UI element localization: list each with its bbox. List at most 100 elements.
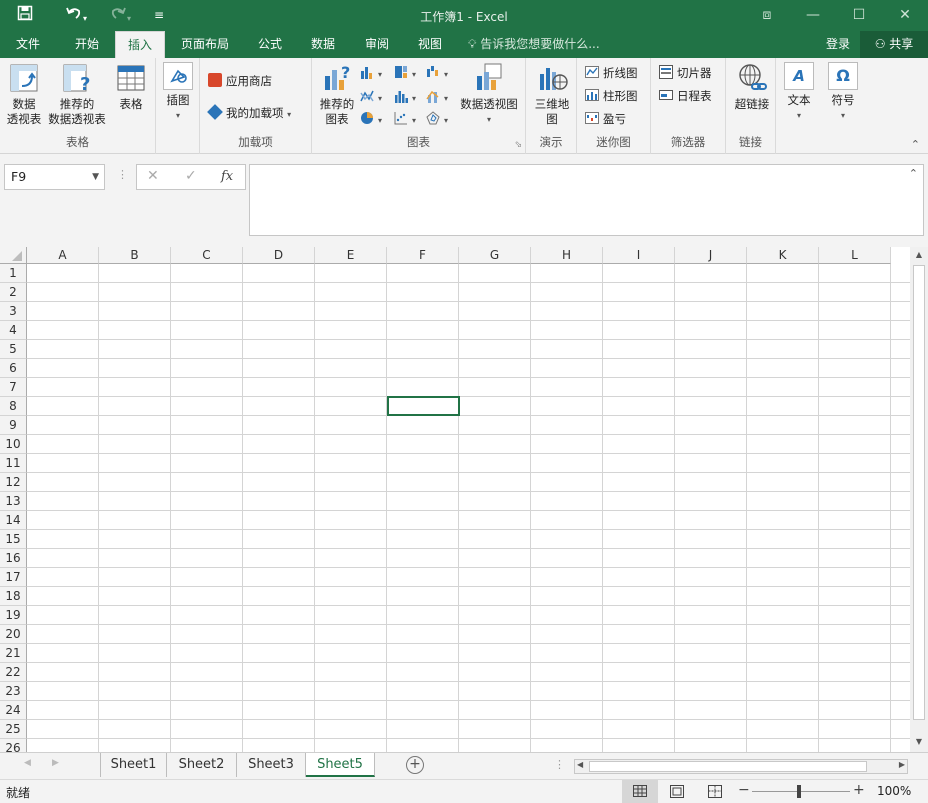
- charts-dialog-launcher-icon[interactable]: ⬂: [514, 140, 522, 150]
- tab-home[interactable]: 开始: [62, 31, 112, 58]
- vertical-scroll-thumb[interactable]: [913, 265, 925, 720]
- ribbon-display-icon[interactable]: ⧈: [744, 0, 790, 31]
- tab-data[interactable]: 数据: [302, 31, 344, 58]
- row-header[interactable]: 14: [0, 511, 27, 530]
- hyperlink-button[interactable]: 超链接: [730, 62, 774, 112]
- scroll-down-icon[interactable]: ▼: [913, 737, 925, 749]
- insert-function-button[interactable]: fx: [221, 169, 233, 184]
- row-header[interactable]: 23: [0, 682, 27, 701]
- recommended-charts-button[interactable]: ? 推荐的 图表: [316, 62, 358, 127]
- scroll-left-icon[interactable]: ◀: [577, 760, 583, 769]
- symbols-button[interactable]: Ω 符号 ▾: [824, 62, 862, 123]
- pivottable-button[interactable]: 数据 透视表: [4, 62, 44, 127]
- row-header[interactable]: 7: [0, 378, 27, 397]
- text-button[interactable]: A 文本 ▾: [780, 62, 818, 123]
- column-header[interactable]: A: [27, 247, 99, 264]
- vertical-scrollbar[interactable]: ▲ ▼: [910, 247, 928, 752]
- split-handle-icon[interactable]: ⋮: [554, 758, 565, 771]
- active-cell[interactable]: [387, 396, 460, 416]
- row-header[interactable]: 20: [0, 625, 27, 644]
- minimize-icon[interactable]: —: [790, 0, 836, 31]
- row-header[interactable]: 6: [0, 359, 27, 378]
- pivotchart-button[interactable]: 数据透视图 ▾: [458, 62, 520, 127]
- my-addins-button[interactable]: 我的加载项 ▾: [207, 104, 291, 122]
- sheet-tab-sheet5[interactable]: Sheet5: [306, 753, 375, 777]
- row-header[interactable]: 1: [0, 264, 27, 283]
- column-header[interactable]: G: [459, 247, 531, 264]
- name-box-dropdown-icon[interactable]: ▼: [92, 165, 99, 189]
- store-button[interactable]: 应用商店: [208, 72, 272, 90]
- prev-sheet-icon[interactable]: ◀: [24, 758, 31, 768]
- horizontal-scrollbar[interactable]: ◀ ▶: [574, 759, 908, 774]
- statistic-chart-button[interactable]: ▾: [394, 88, 416, 106]
- next-sheet-icon[interactable]: ▶: [52, 758, 59, 768]
- column-header[interactable]: H: [531, 247, 603, 264]
- select-all-button[interactable]: [0, 247, 27, 264]
- column-header[interactable]: E: [315, 247, 387, 264]
- maximize-icon[interactable]: ☐: [836, 0, 882, 31]
- collapse-formula-bar-icon[interactable]: ⌃: [909, 167, 918, 180]
- timeline-button[interactable]: 日程表: [659, 87, 712, 105]
- sheet-tab-sheet1[interactable]: Sheet1: [100, 753, 167, 777]
- worksheet-grid[interactable]: ABCDEFGHIJKL 1 2 3 4 5 6 7 8 9 10 11 12 13 14 15 16 17 18…: [0, 247, 910, 752]
- sparkline-line-button[interactable]: 折线图: [585, 64, 638, 82]
- column-header[interactable]: C: [171, 247, 243, 264]
- row-header[interactable]: 26: [0, 739, 27, 752]
- share-button[interactable]: ⚇ 共享: [860, 31, 928, 58]
- zoom-level[interactable]: 100%: [877, 784, 911, 798]
- row-header[interactable]: 9: [0, 416, 27, 435]
- row-header[interactable]: 12: [0, 473, 27, 492]
- zoom-slider[interactable]: [752, 791, 850, 792]
- waterfall-chart-button[interactable]: ▾: [426, 64, 448, 82]
- tab-file[interactable]: 文件: [6, 31, 50, 58]
- row-header[interactable]: 16: [0, 549, 27, 568]
- column-header[interactable]: J: [675, 247, 747, 264]
- column-header[interactable]: K: [747, 247, 819, 264]
- column-header[interactable]: D: [243, 247, 315, 264]
- zoom-in-icon[interactable]: +: [853, 782, 865, 798]
- scroll-up-icon[interactable]: ▲: [913, 250, 925, 262]
- row-header[interactable]: 2: [0, 283, 27, 302]
- scatter-chart-button[interactable]: ▾: [394, 110, 416, 128]
- tell-me-box[interactable]: 💡︎ 告诉我您想要做什么...: [468, 31, 618, 58]
- tab-page-layout[interactable]: 页面布局: [173, 31, 237, 58]
- row-header[interactable]: 4: [0, 321, 27, 340]
- hierarchy-chart-button[interactable]: ▾: [394, 64, 416, 82]
- column-header[interactable]: I: [603, 247, 675, 264]
- cancel-icon[interactable]: ✕: [147, 168, 159, 184]
- column-header[interactable]: F: [387, 247, 459, 264]
- row-header[interactable]: 18: [0, 587, 27, 606]
- column-chart-button[interactable]: ▾: [360, 64, 382, 82]
- row-header[interactable]: 3: [0, 302, 27, 321]
- page-break-icon[interactable]: [708, 785, 722, 801]
- row-header[interactable]: 19: [0, 606, 27, 625]
- tab-view[interactable]: 视图: [409, 31, 451, 58]
- sign-in-link[interactable]: 登录: [816, 31, 860, 58]
- row-header[interactable]: 17: [0, 568, 27, 587]
- sheet-tab-sheet3[interactable]: Sheet3: [237, 753, 306, 777]
- row-header[interactable]: 22: [0, 663, 27, 682]
- sheet-tab-sheet2[interactable]: Sheet2: [167, 753, 237, 777]
- row-header[interactable]: 15: [0, 530, 27, 549]
- name-box[interactable]: F9 ▼: [4, 164, 105, 190]
- row-header[interactable]: 11: [0, 454, 27, 473]
- row-header[interactable]: 8: [0, 397, 27, 416]
- normal-view-button[interactable]: [622, 780, 658, 803]
- zoom-out-icon[interactable]: −: [738, 782, 750, 798]
- pie-chart-button[interactable]: ▾: [360, 110, 382, 128]
- row-header[interactable]: 24: [0, 701, 27, 720]
- tab-review[interactable]: 审阅: [356, 31, 398, 58]
- scroll-right-icon[interactable]: ▶: [899, 760, 905, 769]
- slicer-button[interactable]: 切片器: [659, 64, 712, 82]
- 3d-map-button[interactable]: 三维地 图: [530, 62, 574, 127]
- zoom-slider-thumb[interactable]: [797, 785, 801, 798]
- tab-formulas[interactable]: 公式: [249, 31, 291, 58]
- collapse-ribbon-icon[interactable]: ⌃: [911, 138, 920, 151]
- row-header[interactable]: 13: [0, 492, 27, 511]
- row-header[interactable]: 21: [0, 644, 27, 663]
- row-header[interactable]: 25: [0, 720, 27, 739]
- close-icon[interactable]: ✕: [882, 0, 928, 31]
- line-chart-button[interactable]: ▾: [360, 88, 382, 106]
- illustrations-button[interactable]: 插图 ▾: [160, 62, 196, 123]
- sparkline-column-button[interactable]: 柱形图: [585, 87, 638, 105]
